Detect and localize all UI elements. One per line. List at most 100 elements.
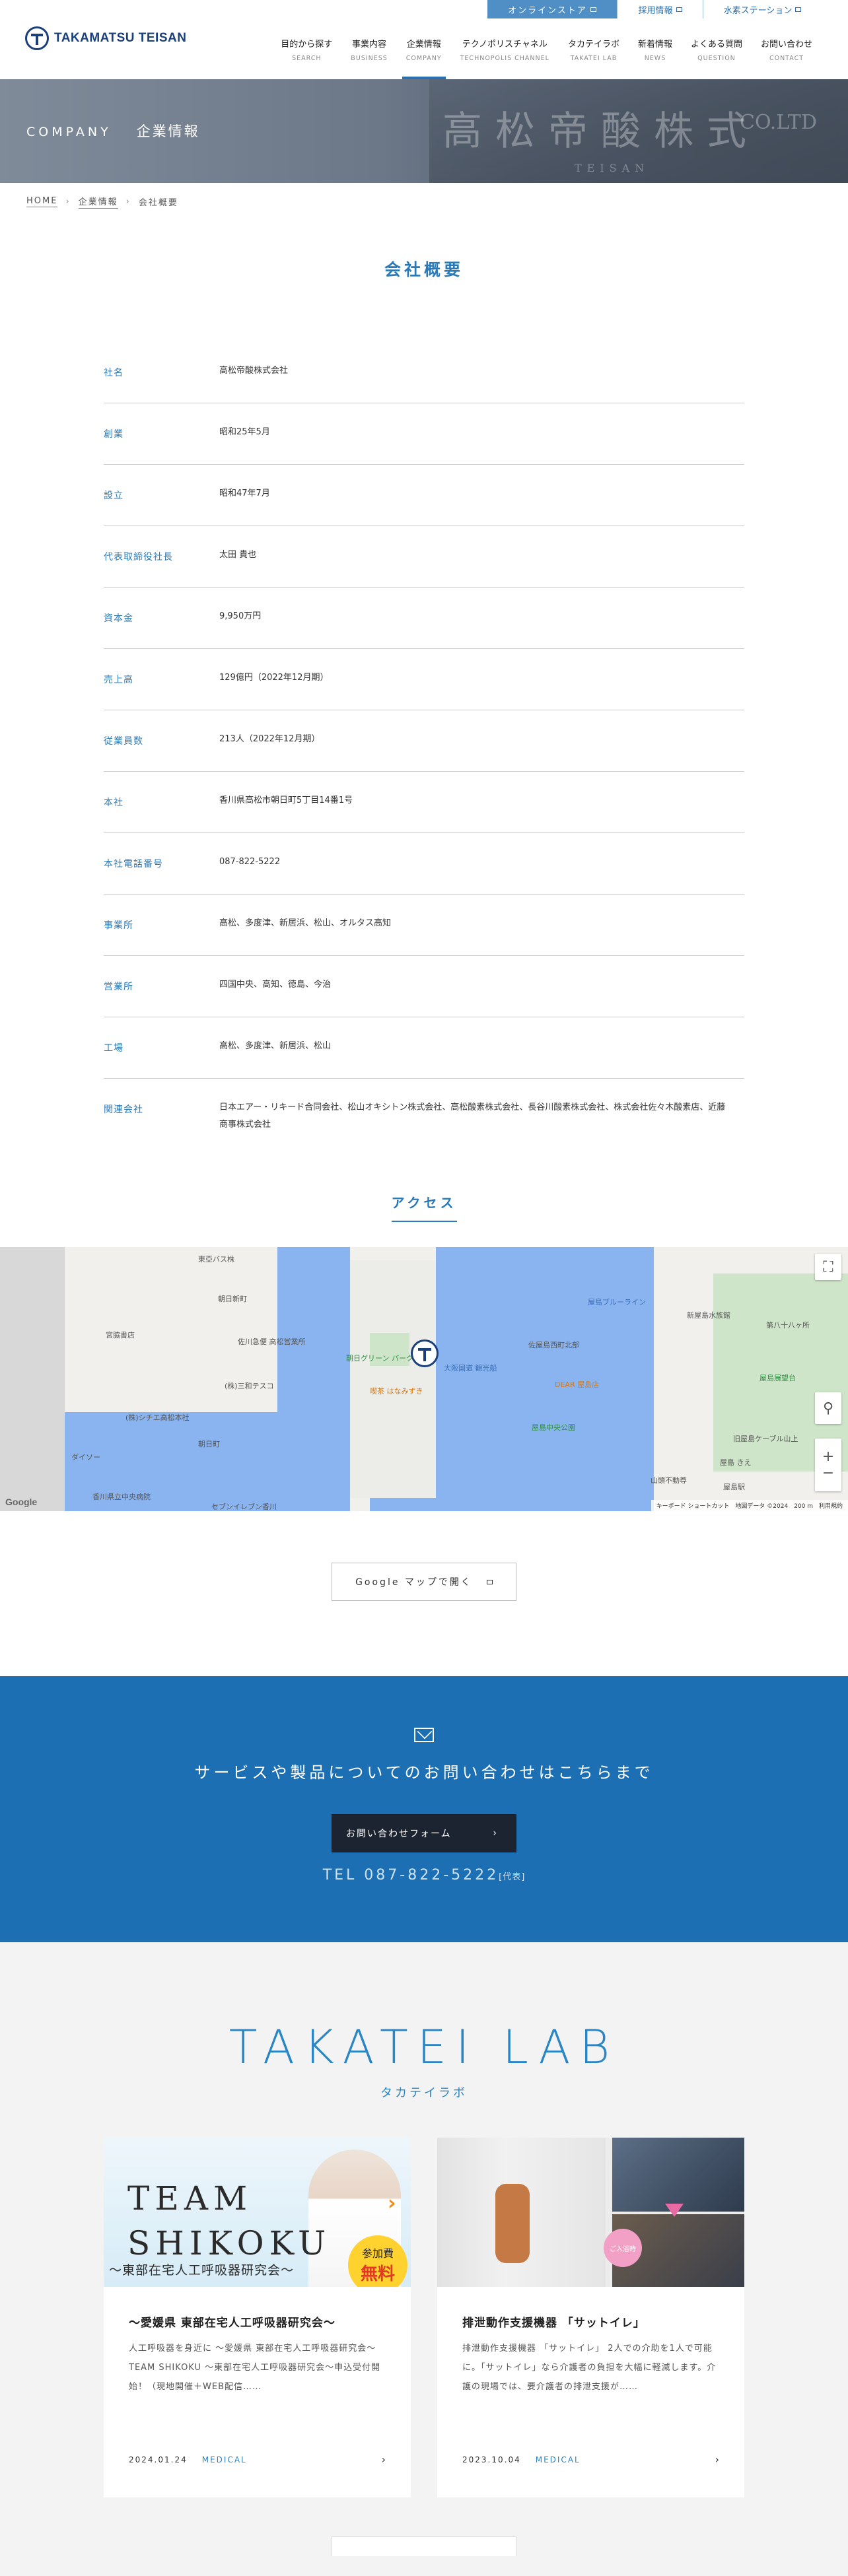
nav-item-question[interactable]: よくある質問 QUESTION: [682, 37, 752, 79]
row-label: 社名: [104, 368, 124, 378]
badge-text: 参加費: [361, 2247, 394, 2260]
sign-char: 高: [442, 108, 482, 154]
google-map[interactable]: 東亞バス株 朝日新町 朝日町 佐川急便 高松営業所 (株)三和テスコ (株)シチ…: [0, 1247, 848, 1511]
map-label: 朝日町: [198, 1440, 220, 1448]
nav-item-lab[interactable]: タカテイラボ TAKATEI LAB: [559, 37, 629, 79]
nav-label: 新着情報: [637, 40, 672, 50]
external-link-icon: [590, 7, 596, 12]
card-image-text: SHIKOKU: [127, 2224, 332, 2262]
access-section: アクセス 東亞バス株 朝日新町 朝日町 佐川急便 高松営業所 (株)三和テスコ …: [0, 1192, 848, 1601]
contact-form-button[interactable]: お問い合わせフォーム ›: [332, 1814, 516, 1852]
row-label: 資本金: [104, 613, 133, 624]
site-logo[interactable]: TAKAMATSU TEISAN: [25, 26, 186, 50]
map-label: 屋島駅: [723, 1483, 745, 1491]
open-google-maps-label: Google マップで開く: [355, 1577, 472, 1588]
card-meta: 2023.10.04 MEDICAL: [462, 2455, 581, 2464]
google-logo: Google: [5, 1497, 38, 1507]
card-description: 人工呼吸器を身近に 〜愛媛県 東部在宅人工呼吸器研究会〜 TEAM SHIKOK…: [129, 2344, 381, 2392]
nav-item-technopolis[interactable]: テクノポリスチャネル TECHNOPOLIS CHANNEL: [451, 37, 559, 79]
row-label: 代表取締役社長: [104, 552, 173, 562]
breadcrumb: HOME › 企業情報 › 会社概要: [0, 183, 848, 220]
nav-item-news[interactable]: 新着情報 NEWS: [629, 37, 682, 79]
row-value: 昭和47年7月: [219, 489, 270, 498]
external-link-icon: [795, 7, 802, 12]
nav-item-search[interactable]: 目的から探す SEARCH: [271, 37, 341, 79]
contact-lead: サービスや製品についてのお問い合わせはこちらまで: [194, 1763, 654, 1782]
row-label: 営業所: [104, 982, 133, 992]
row-value: 日本エアー・リキード合同会社、松山オキシトン株式会社、高松酸素株式会社、長谷川酸…: [219, 1102, 726, 1130]
hydrogen-station-link[interactable]: 水素ステーション: [703, 0, 822, 18]
site-header: オンラインストア 採用情報 水素ステーション TAKAMATSU TEISAN …: [0, 0, 848, 79]
row-label: 創業: [104, 429, 124, 440]
zoom-out-icon[interactable]: −: [822, 1465, 834, 1481]
map-label: ダイソー: [71, 1453, 100, 1462]
nav-label: 目的から探す: [281, 40, 333, 50]
breadcrumb-company[interactable]: 企業情報: [78, 195, 118, 209]
access-title: アクセス: [391, 1192, 457, 1222]
zoom-in-icon[interactable]: +: [822, 1448, 834, 1465]
open-google-maps-button[interactable]: Google マップで開く: [332, 1563, 516, 1601]
row-value: 9,950万円: [219, 611, 262, 621]
card-description: 排泄動作支援機器 「サットイレ」 2人での介助を1人で可能に。「サットイレ」なら…: [462, 2344, 717, 2392]
breadcrumb-home[interactable]: HOME: [26, 196, 58, 207]
zoom-controls: + −: [815, 1439, 841, 1491]
nav-label: お問い合わせ: [760, 40, 812, 50]
lab-subtitle: タカテイラボ: [380, 2086, 468, 2100]
card-title: 排泄動作支援機器 「サットイレ」: [462, 2317, 645, 2330]
map-label: 朝日グリーン パーク: [346, 1354, 413, 1363]
row-label: 売上高: [104, 675, 133, 685]
nav-item-contact[interactable]: お問い合わせ CONTACT: [752, 37, 822, 79]
hero-title-jp: 企業情報: [136, 123, 200, 139]
row-value: 087-822-5222: [219, 857, 281, 867]
lab-card[interactable]: ご入浴時 排泄動作支援機器 「サットイレ」 排泄動作支援機器 「サットイレ」 2…: [437, 2138, 744, 2497]
map-label: 宮脇書店: [106, 1331, 135, 1339]
card-date: 2023.10.04: [462, 2455, 521, 2464]
row-value: 129億円（2022年12月期）: [219, 673, 329, 683]
card-thumbnail: ご入浴時: [437, 2138, 744, 2287]
chevron-right-icon: ›: [715, 2453, 719, 2466]
fullscreen-icon[interactable]: ⛶: [815, 1254, 841, 1280]
map-label: 屋島展望台: [760, 1374, 796, 1382]
contact-tel[interactable]: TEL 087-822-5222[代表]: [0, 1867, 848, 1883]
lab-title: TAKATEI LAB: [229, 2020, 619, 2074]
row-value: 213人（2022年12月期）: [219, 734, 320, 744]
card-meta: 2024.01.24 MEDICAL: [129, 2455, 247, 2464]
map-label: 新屋島水族館: [687, 1311, 730, 1320]
row-value: 高松帝酸株式会社: [219, 366, 289, 376]
map-label: 屋島ブルーライン: [588, 1298, 646, 1306]
table-row: 社名 高松帝酸株式会社: [104, 342, 744, 403]
map-label: (株)三和テスコ: [225, 1382, 274, 1390]
contact-section: サービスや製品についてのお問い合わせはこちらまで お問い合わせフォーム › TEL…: [0, 1676, 848, 1942]
nav-item-business[interactable]: 事業内容 BUSINESS: [341, 37, 396, 79]
lab-card[interactable]: TEAM SHIKOKU ～東部在宅人工呼吸器研究会～ › 参加費 無料 ～愛媛県 …: [104, 2138, 411, 2497]
map-side-strip: [0, 1247, 65, 1511]
chevron-right-icon: ›: [388, 2192, 396, 2215]
logo-text: TAKAMATSU TEISAN: [54, 31, 187, 45]
recruit-link[interactable]: 採用情報: [617, 0, 703, 18]
chevron-right-icon: ›: [381, 2453, 386, 2466]
mail-icon: [414, 1728, 434, 1742]
map-attribution[interactable]: キーボード ショートカット 地図データ ©2024 200 m 利用規約: [651, 1500, 848, 1511]
table-row: 工場 高松、多度津、新居浜、松山: [104, 1017, 744, 1079]
map-label: (株)シチエ高松本社: [125, 1413, 190, 1422]
table-row: 本社電話番号 087-822-5222: [104, 833, 744, 895]
nav-sublabel: NEWS: [644, 55, 666, 62]
nav-sublabel: SEARCH: [292, 55, 322, 62]
nav-sublabel: QUESTION: [697, 55, 736, 62]
map-location-pin[interactable]: [411, 1339, 439, 1373]
nav-item-company[interactable]: 企業情報 COMPANY: [397, 37, 451, 79]
row-label: 工場: [104, 1043, 124, 1054]
card-image-text: ～東部在宅人工呼吸器研究会～: [109, 2263, 295, 2278]
sign-char: 帝: [548, 108, 588, 154]
map-label: 屋島中央公園: [532, 1423, 575, 1432]
online-store-link[interactable]: オンラインストア: [487, 0, 617, 18]
nav-sublabel: TECHNOPOLIS CHANNEL: [460, 55, 549, 62]
street-view-icon[interactable]: ⚲: [815, 1392, 841, 1424]
lab-more-button[interactable]: [332, 2536, 516, 2556]
table-row: 関連会社 日本エアー・リキード合同会社、松山オキシトン株式会社、高松酸素株式会社、…: [104, 1079, 744, 1154]
map-label: 東亞バス株: [198, 1255, 234, 1264]
external-link-icon: [486, 1579, 493, 1584]
row-label: 設立: [104, 491, 124, 501]
nav-label: タカテイラボ: [567, 40, 619, 50]
recruit-label: 採用情報: [638, 5, 673, 16]
